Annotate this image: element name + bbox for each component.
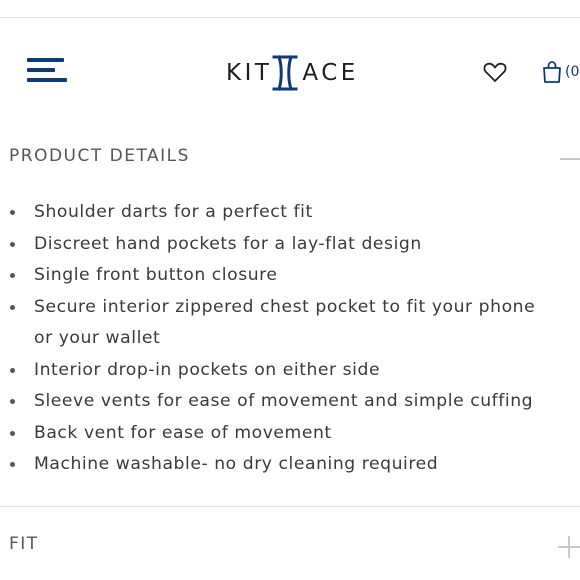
list-item: Sleeve vents for ease of movement and si… bbox=[0, 386, 580, 418]
bullet-icon bbox=[10, 304, 15, 310]
shopping-bag-icon bbox=[543, 61, 561, 83]
logo-text-left: KIT bbox=[226, 60, 273, 86]
site-logo[interactable]: KIT ACE bbox=[226, 54, 359, 92]
bullet-icon bbox=[10, 430, 15, 436]
logo-mark-icon bbox=[272, 55, 298, 91]
bullet-icon bbox=[10, 367, 15, 373]
list-item: Secure interior zippered chest pocket to… bbox=[0, 292, 580, 355]
product-details-toggle[interactable]: PRODUCT DETAILS bbox=[0, 142, 580, 172]
bullet-icon bbox=[10, 399, 15, 404]
plus-icon bbox=[558, 536, 580, 558]
list-item: Single front button closure bbox=[0, 260, 580, 292]
list-item: Interior drop-in pockets on either side bbox=[0, 355, 580, 387]
hamburger-menu-icon[interactable] bbox=[27, 58, 67, 84]
cart-count: (0 bbox=[565, 64, 580, 80]
cart-button[interactable]: (0 bbox=[542, 60, 579, 84]
list-item: Shoulder darts for a perfect fit bbox=[0, 197, 580, 229]
product-details-list: Shoulder darts for a perfect fit Discree… bbox=[0, 197, 580, 481]
bullet-icon bbox=[10, 462, 15, 467]
logo-text-right: ACE bbox=[302, 60, 359, 86]
top-divider bbox=[0, 17, 580, 18]
bullet-icon bbox=[10, 241, 15, 247]
list-item: Discreet hand pockets for a lay-flat des… bbox=[0, 229, 580, 261]
section-title-product-details: PRODUCT DETAILS bbox=[9, 146, 190, 166]
section-divider bbox=[0, 506, 580, 507]
bullet-icon bbox=[10, 210, 15, 215]
bullet-icon bbox=[10, 273, 15, 278]
heart-icon[interactable] bbox=[483, 61, 507, 83]
list-item: Back vent for ease of movement bbox=[0, 418, 580, 450]
section-title-fit: FIT bbox=[9, 534, 39, 554]
minus-icon bbox=[560, 158, 580, 160]
list-item: Machine washable- no dry cleaning requir… bbox=[0, 449, 580, 481]
fit-toggle[interactable]: FIT bbox=[0, 530, 580, 560]
